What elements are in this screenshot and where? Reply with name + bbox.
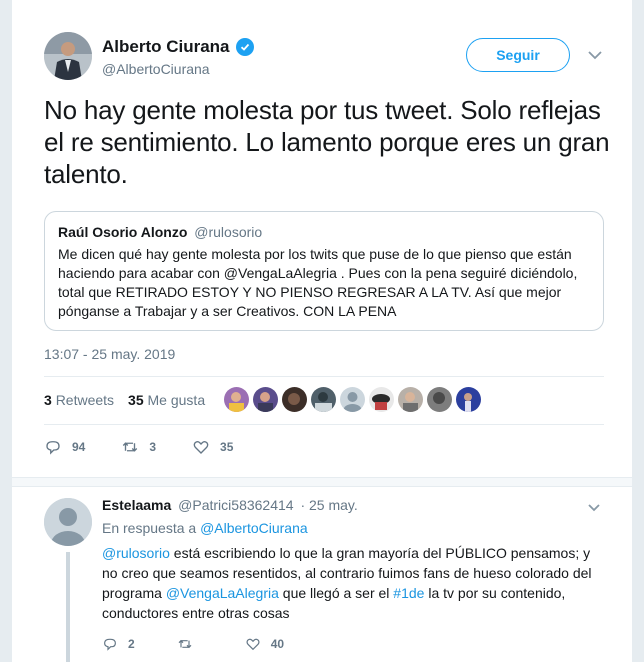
retweets-stat[interactable]: 3 Retweets xyxy=(44,392,114,408)
author-name[interactable]: Alberto Ciurana xyxy=(102,37,230,57)
quoted-tweet-text: Me dicen qué hay gente molesta por los t… xyxy=(58,246,578,319)
liker-avatar[interactable] xyxy=(427,387,452,412)
liker-avatars xyxy=(224,387,481,412)
reply-header: Estelaama @Patrici58362414 · 25 may. xyxy=(102,497,358,513)
retweet-count: 3 xyxy=(149,440,157,454)
reply-count: 94 xyxy=(72,440,86,454)
liker-avatar[interactable] xyxy=(311,387,336,412)
reply-icon xyxy=(104,638,116,651)
quoted-author-name: Raúl Osorio Alonzo xyxy=(58,224,188,240)
heart-icon xyxy=(246,638,260,651)
reply-text-part: que llegó a ser el xyxy=(278,585,394,601)
retweet-action[interactable] xyxy=(177,636,203,652)
follow-button[interactable]: Seguir xyxy=(466,38,570,72)
chevron-down-icon[interactable] xyxy=(586,48,604,62)
hashtag-link[interactable]: #1de xyxy=(393,585,424,601)
reply-date[interactable]: · 25 may. xyxy=(300,497,357,513)
like-action[interactable]: 40 xyxy=(245,636,284,652)
reply-author-avatar[interactable] xyxy=(44,498,92,546)
mention-link[interactable]: @VengaLaAlegria xyxy=(166,585,279,601)
reply-icon xyxy=(46,441,60,455)
tweet-actions: 94 3 35 xyxy=(44,438,269,456)
retweet-icon xyxy=(178,639,192,649)
tweet-stats: 3 Retweets 35 Me gusta xyxy=(44,392,205,408)
divider xyxy=(44,424,604,425)
quoted-author-handle: @rulosorio xyxy=(194,224,263,240)
like-count: 40 xyxy=(270,637,285,651)
retweets-stat-label: Retweets xyxy=(55,392,115,408)
reply-count: 2 xyxy=(128,637,135,651)
section-separator xyxy=(12,477,632,487)
in-reply-handle-link[interactable]: @AlbertoCiurana xyxy=(200,520,308,536)
quoted-tweet[interactable]: Raúl Osorio Alonzo @rulosorio Me dicen q… xyxy=(44,211,604,331)
reply-author-name[interactable]: Estelaama xyxy=(102,497,171,513)
divider xyxy=(44,376,604,377)
tweet-timestamp[interactable]: 13:07 - 25 may. 2019 xyxy=(44,346,175,362)
author-name-row: Alberto Ciurana xyxy=(102,37,254,57)
liker-avatar[interactable] xyxy=(282,387,307,412)
likes-stat-label: Me gusta xyxy=(147,392,206,408)
tweet-text: No hay gente molesta por tus tweet. Solo… xyxy=(44,95,610,189)
reply-author-handle[interactable]: @Patrici58362414 xyxy=(178,497,293,513)
author-handle[interactable]: @AlbertoCiurana xyxy=(102,61,210,77)
liker-avatar[interactable] xyxy=(398,387,423,412)
retweet-action[interactable]: 3 xyxy=(121,438,156,456)
like-count: 35 xyxy=(220,440,234,454)
reply-actions: 2 40 xyxy=(102,636,326,652)
author-avatar[interactable] xyxy=(44,32,92,80)
heart-icon xyxy=(193,440,209,454)
in-reply-prefix: En respuesta a xyxy=(102,520,197,536)
chevron-down-icon[interactable] xyxy=(586,502,602,514)
liker-avatar[interactable] xyxy=(369,387,394,412)
liker-avatar[interactable] xyxy=(340,387,365,412)
likes-stat-count: 35 xyxy=(128,392,144,408)
like-action[interactable]: 35 xyxy=(192,438,233,456)
likes-stat[interactable]: 35 Me gusta xyxy=(128,392,205,408)
quoted-tweet-header: Raúl Osorio Alonzo @rulosorio xyxy=(58,224,262,240)
reply-text: @rulosorio está escribiendo lo que la gr… xyxy=(102,543,602,623)
liker-avatar[interactable] xyxy=(253,387,278,412)
liker-avatar[interactable] xyxy=(224,387,249,412)
tweet-card: Alberto Ciurana @AlbertoCiurana Seguir N… xyxy=(12,0,632,662)
retweets-stat-count: 3 xyxy=(44,392,52,408)
reply-action[interactable]: 2 xyxy=(102,636,135,652)
in-reply-to: En respuesta a @AlbertoCiurana xyxy=(102,520,308,536)
retweet-icon xyxy=(123,442,138,452)
liker-avatar[interactable] xyxy=(456,387,481,412)
reply-action[interactable]: 94 xyxy=(44,438,85,456)
mention-link[interactable]: @rulosorio xyxy=(102,545,170,561)
verified-badge-icon xyxy=(235,38,254,56)
thread-line xyxy=(66,552,70,662)
